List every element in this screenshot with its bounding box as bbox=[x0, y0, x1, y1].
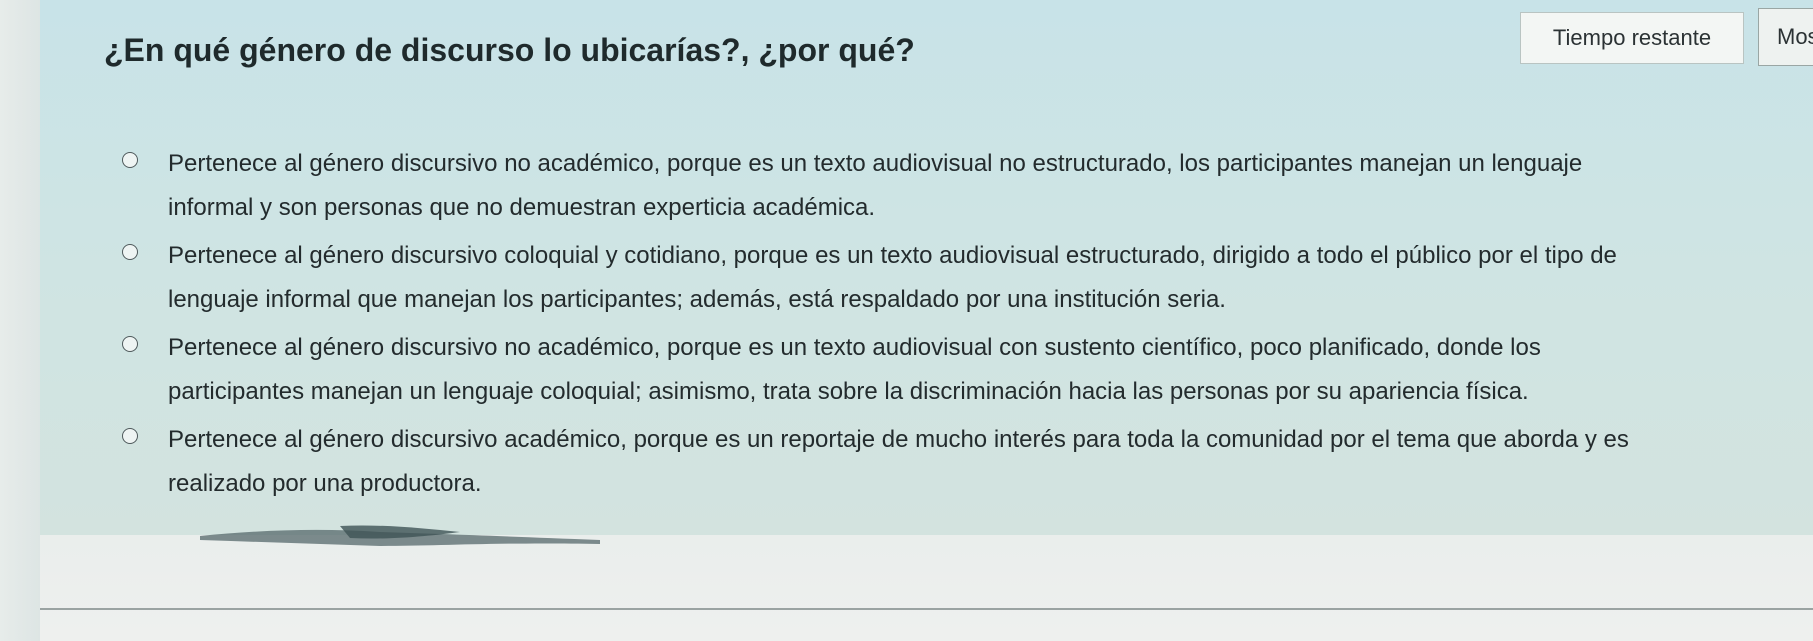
radio-button[interactable] bbox=[122, 244, 138, 260]
option-text-line: realizado por una productora. bbox=[168, 470, 482, 497]
option-text-line: informal y son personas que no demuestra… bbox=[168, 194, 876, 221]
answer-option[interactable]: Pertenece al género discursivo coloquial… bbox=[120, 234, 1813, 322]
answer-option[interactable]: Pertenece al género discursivo académico… bbox=[120, 418, 1813, 506]
left-gutter bbox=[0, 0, 40, 641]
question-panel: ¿En qué género de discurso lo ubicarías?… bbox=[40, 0, 1813, 535]
radio-button[interactable] bbox=[122, 152, 138, 168]
option-text-line: Pertenece al género discursivo no académ… bbox=[168, 334, 1541, 361]
option-text-line: Pertenece al género discursivo no académ… bbox=[168, 150, 1583, 177]
question-title: ¿En qué género de discurso lo ubicarías?… bbox=[104, 32, 915, 68]
show-button[interactable]: Mostra bbox=[1758, 8, 1813, 66]
option-text-line: Pertenece al género discursivo coloquial… bbox=[168, 242, 1617, 269]
divider-line bbox=[40, 608, 1813, 610]
answer-option[interactable]: Pertenece al género discursivo no académ… bbox=[120, 326, 1813, 414]
quiz-screen: ¿En qué género de discurso lo ubicarías?… bbox=[0, 0, 1813, 641]
radio-button[interactable] bbox=[122, 428, 138, 444]
show-button-label: Mostra bbox=[1777, 24, 1813, 49]
timer-box: Tiempo restante bbox=[1520, 12, 1744, 64]
option-text-line: Pertenece al género discursivo académico… bbox=[168, 426, 1629, 453]
option-text-line: lenguaje informal que manejan los partic… bbox=[168, 286, 1226, 313]
timer-label: Tiempo restante bbox=[1552, 25, 1712, 50]
answer-option[interactable]: Pertenece al género discursivo no académ… bbox=[120, 142, 1813, 230]
radio-button[interactable] bbox=[122, 336, 138, 352]
option-text-line: participantes manejan un lenguaje coloqu… bbox=[168, 378, 1529, 405]
screen-smudge bbox=[200, 525, 600, 546]
answer-options: Pertenece al género discursivo no académ… bbox=[120, 142, 1813, 510]
